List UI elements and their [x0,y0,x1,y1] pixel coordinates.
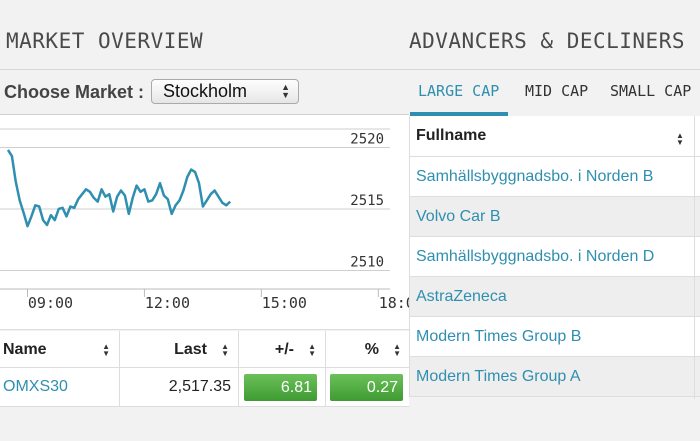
sort-icon: ▲ ▼ [393,342,401,358]
sort-icon: ▲ ▼ [102,342,110,358]
index-chart: 2520 2515 2510 09:00 12:00 15:00 18:00 [0,114,409,330]
y-tick-label: 2510 [350,255,384,271]
choose-market-label: Choose Market : [4,82,145,102]
x-tick-label: 15:00 [262,294,307,312]
list-item[interactable]: Volvo Car B [410,197,700,237]
y-tick-label: 2520 [350,131,384,147]
y-tick-label: 2515 [350,193,384,209]
list-item[interactable]: AstraZeneca [410,277,700,317]
select-arrows-icon: ▲ ▼ [281,82,290,100]
col-pct-header[interactable]: % ▲ ▼ [325,331,409,367]
market-table: Name ▲ ▼ Last ▲ ▼ +/- ▲ ▼ % ▲ ▼ OMXS30 2,517.35 … [0,331,409,407]
sort-icon: ▲ ▼ [676,131,684,147]
x-tick-label: 12:00 [145,294,190,312]
chart-svg: 2520 2515 2510 09:00 12:00 15:00 18:00 [0,128,409,312]
sort-icon: ▲ ▼ [221,342,229,358]
table-row: OMXS30 2,517.35 6.81 0.27 [0,368,409,407]
tab-large-cap[interactable]: LARGE CAP [418,79,499,109]
market-select-value: Stockholm [163,81,248,101]
header-divider [0,69,700,70]
market-overview-title: MARKET OVERVIEW [6,29,204,53]
advancers-decliners-title: ADVANCERS & DECLINERS [408,29,685,53]
x-tick-label: 18:00 [379,294,409,312]
col-last-header[interactable]: Last ▲ ▼ [119,331,237,367]
market-select[interactable]: Stockholm ▲ ▼ [151,79,299,104]
col-name-header[interactable]: Name ▲ ▼ [3,331,118,367]
list-item[interactable]: Samhällsbyggnadsbo. i Norden B [410,157,700,197]
change-badge: 6.81 [244,374,317,401]
market-table-header: Name ▲ ▼ Last ▲ ▼ +/- ▲ ▼ % ▲ ▼ [0,331,409,368]
index-name-link[interactable]: OMXS30 [3,368,118,406]
last-value: 2,517.35 [119,368,237,406]
tab-mid-cap[interactable]: MID CAP [525,79,588,109]
list-item[interactable]: Modern Times Group B [410,317,700,357]
col-change-header[interactable]: +/- ▲ ▼ [238,331,324,367]
sort-icon: ▲ ▼ [308,342,316,358]
percent-badge: 0.27 [330,374,403,401]
list-right-border [694,116,695,399]
series-line [6,149,232,228]
list-item[interactable]: Modern Times Group A [410,357,700,397]
x-tick-label: 09:00 [28,294,73,312]
advancers-list: Fullname ▲ ▼ Samhällsbyggnadsbo. i Norden… [409,116,700,397]
list-item[interactable]: Samhällsbyggnadsbo. i Norden D [410,237,700,277]
list-header[interactable]: Fullname ▲ ▼ [410,116,700,157]
tab-small-cap[interactable]: SMALL CAP [610,79,691,109]
